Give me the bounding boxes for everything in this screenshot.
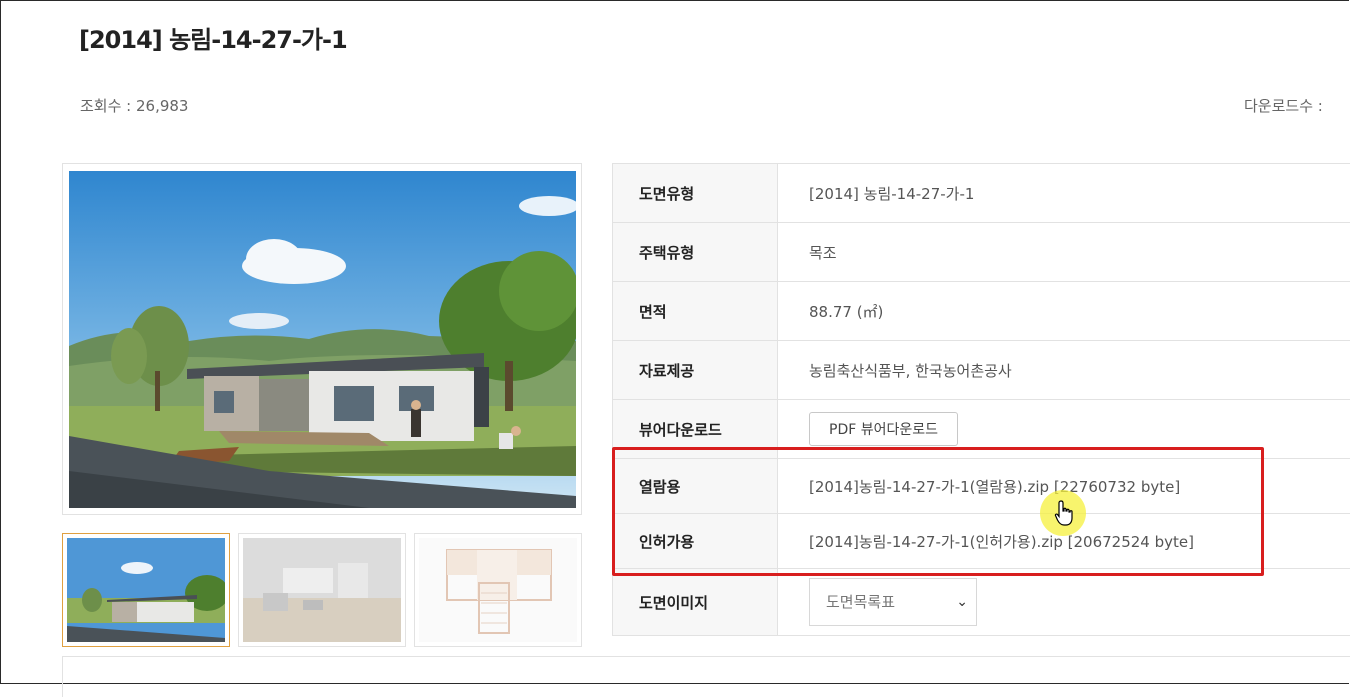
bottom-panel [62,656,1350,697]
info-key: 자료제공 [613,341,778,400]
hand-cursor-icon [1054,500,1076,530]
thumbnail-interior[interactable] [238,533,406,647]
info-row: 뷰어다운로드 PDF 뷰어다운로드 [613,400,1350,459]
info-key: 면적 [613,282,778,341]
info-key: 도면이미지 [613,569,778,636]
info-key: 뷰어다운로드 [613,400,778,459]
view-count: 조회수 : 26,983 [80,95,188,116]
info-value: 농림축산식품부, 한국농어촌공사 [778,341,1350,400]
chevron-down-icon: ⌄ [956,579,968,625]
select-value: 도면목록표 [826,593,895,611]
info-value: PDF 뷰어다운로드 [778,400,1350,459]
pdf-viewer-download-button[interactable]: PDF 뷰어다운로드 [809,412,958,446]
download-count: 다운로드수 : [1244,95,1323,116]
drawing-image-select[interactable]: 도면목록표 ⌄ [809,578,977,626]
thumbnail-exterior[interactable] [62,533,230,647]
info-key: 도면유형 [613,164,778,223]
info-row: 주택유형 목조 [613,223,1350,282]
info-row: 자료제공 농림축산식품부, 한국농어촌공사 [613,341,1350,400]
info-value: 88.77 (㎡) [778,282,1350,341]
info-key: 주택유형 [613,223,778,282]
info-row: 인허가용 [2014]농림-14-27-가-1(인허가용).zip [20672… [613,514,1350,569]
page-title: [2014] 농림-14-27-가-1 [79,20,347,55]
drawing-info-table: 도면유형 [2014] 농림-14-27-가-1 주택유형 목조 면적 88.7… [612,163,1350,636]
info-row: 도면유형 [2014] 농림-14-27-가-1 [613,164,1350,223]
info-row: 면적 88.77 (㎡) [613,282,1350,341]
house-rendering-image [69,171,576,508]
info-key: 인허가용 [613,514,778,569]
info-row: 도면이미지 도면목록표 ⌄ [613,569,1350,636]
info-value: [2014] 농림-14-27-가-1 [778,164,1350,223]
info-row: 열람용 [2014]농림-14-27-가-1(열람용).zip [2276073… [613,459,1350,514]
info-value: 목조 [778,223,1350,282]
thumbnail-floor-plan[interactable] [414,533,582,647]
main-image-frame [62,163,582,515]
info-value: 도면목록표 ⌄ [778,569,1350,636]
info-key: 열람용 [613,459,778,514]
